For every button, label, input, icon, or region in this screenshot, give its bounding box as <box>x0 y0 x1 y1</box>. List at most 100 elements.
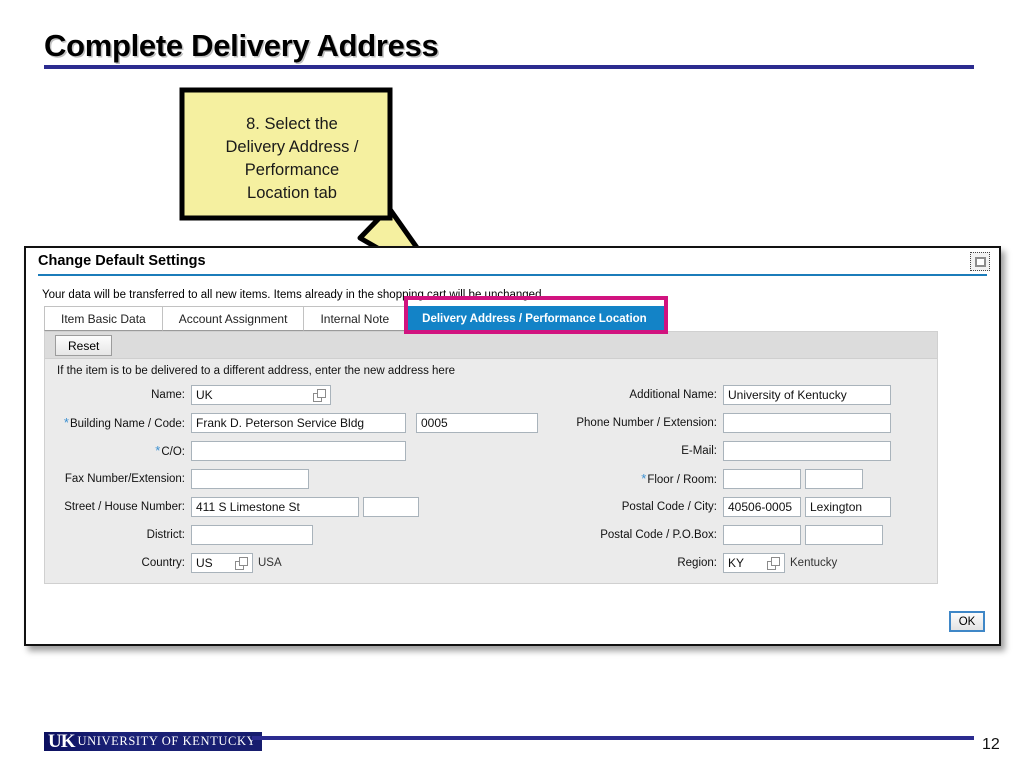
field-value: KY <box>728 555 745 570</box>
value-help-icon[interactable] <box>313 388 326 402</box>
value-help-icon[interactable] <box>767 556 780 570</box>
field-row-building-name-code: * Building Name / Code: Frank D. Peterso… <box>45 412 555 433</box>
field-label: District: <box>45 529 191 541</box>
field-value: US <box>196 555 213 570</box>
panel-toolbar <box>45 332 937 359</box>
house-number-input[interactable] <box>363 496 419 517</box>
callout-text: 8. Select the Delivery Address / Perform… <box>225 115 359 202</box>
field-label-text: Fax Number/Extension: <box>64 472 185 485</box>
street-input[interactable]: 411 S Limestone St <box>191 496 359 517</box>
field-label: Additional Name: <box>557 389 723 401</box>
field-label: Postal Code / City: <box>557 501 723 513</box>
field-label: Region: <box>557 557 723 569</box>
po-box-input[interactable] <box>805 524 883 545</box>
fax-number-input[interactable] <box>191 468 309 489</box>
phone-number-input[interactable] <box>723 412 891 433</box>
building-code-input[interactable]: 0005 <box>416 412 538 433</box>
title-divider <box>44 65 974 69</box>
field-label-text: Region: <box>677 556 717 569</box>
field-label: Fax Number/Extension: <box>45 473 191 485</box>
value-help-icon[interactable] <box>235 556 248 570</box>
footer-divider <box>252 736 974 740</box>
restore-glyph <box>974 256 986 267</box>
field-label: Name: <box>45 389 191 401</box>
field-row-fax-number-extension: Fax Number/Extension: <box>45 468 555 489</box>
field-label: E-Mail: <box>557 445 723 457</box>
tab-internal-note[interactable]: Internal Note <box>303 306 407 331</box>
tab-account-assignment[interactable]: Account Assignment <box>161 306 305 331</box>
postal-code-input[interactable]: 40506-0005 <box>723 496 801 517</box>
field-label: * Floor / Room: <box>557 472 723 486</box>
field-label: Phone Number / Extension: <box>557 417 723 429</box>
field-value: UK <box>196 387 213 402</box>
page-number: 12 <box>982 736 1000 753</box>
field-value: 40506-0005 <box>728 499 793 514</box>
dialog-divider <box>38 274 987 276</box>
tab-label: Account Assignment <box>178 311 288 326</box>
room-input[interactable] <box>805 468 863 489</box>
floor-input[interactable] <box>723 468 801 489</box>
field-row-additional-name: Additional Name: University of Kentucky <box>557 384 939 405</box>
field-row-floor-room: * Floor / Room: <box>557 468 939 489</box>
city-input[interactable]: Lexington <box>805 496 891 517</box>
required-marker: * <box>641 470 647 486</box>
field-row-postal-code-city: Postal Code / City: 40506-0005 Lexington <box>557 496 939 517</box>
field-label: Country: <box>45 557 191 569</box>
field-label-text: Additional Name: <box>629 388 717 401</box>
field-label-text: Building Name / Code: <box>69 417 185 430</box>
ok-button[interactable]: OK <box>949 611 985 632</box>
po-box-postal-code-input[interactable] <box>723 524 801 545</box>
required-marker: * <box>155 442 161 458</box>
panel-hint-text: If the item is to be delivered to a diff… <box>57 365 456 377</box>
field-value: 0005 <box>421 415 448 430</box>
field-label-text: Country: <box>141 556 185 569</box>
delivery-address-form-panel: Reset If the item is to be delivered to … <box>44 331 938 584</box>
uk-monogram: UK <box>48 731 75 752</box>
field-value: Lexington <box>810 499 863 514</box>
email-input[interactable] <box>723 440 891 461</box>
field-label-text: District: <box>146 528 185 541</box>
field-value: 411 S Limestone St <box>196 499 300 514</box>
tab-strip: Item Basic Data Account Assignment Inter… <box>44 306 664 331</box>
field-row-district: District: <box>45 524 555 545</box>
required-marker: * <box>63 414 69 430</box>
university-of-kentucky-logo: UK UNIVERSITY OF KENTUCKY <box>44 731 263 752</box>
field-row-street-house-number: Street / House Number: 411 S Limestone S… <box>45 496 555 517</box>
country-input[interactable]: US <box>191 552 253 573</box>
co-input[interactable] <box>191 440 406 461</box>
tab-delivery-address-performance-location[interactable]: Delivery Address / Performance Location <box>405 306 664 331</box>
tab-item-basic-data[interactable]: Item Basic Data <box>44 306 163 331</box>
name-input[interactable]: UK <box>191 384 331 405</box>
tab-label: Internal Note <box>320 311 390 326</box>
field-label-text: Street / House Number: <box>64 500 185 513</box>
restore-window-icon[interactable] <box>970 252 990 271</box>
field-row-name: Name: UK <box>45 384 555 405</box>
reset-button[interactable]: Reset <box>55 335 113 356</box>
country-name-text: USA <box>258 556 282 569</box>
field-row-region: Region: KY Kentucky <box>557 552 939 573</box>
field-label-text: Phone Number / Extension: <box>576 416 717 429</box>
form-column-right: Additional Name: University of Kentucky … <box>557 384 939 580</box>
field-row-phone-number-extension: Phone Number / Extension: <box>557 412 939 433</box>
dialog-title: Change Default Settings <box>38 253 206 269</box>
field-label-text: Postal Code / City: <box>621 500 717 513</box>
dialog-note: Your data will be transferred to all new… <box>42 289 545 301</box>
building-name-input[interactable]: Frank D. Peterson Service Bldg <box>191 412 406 433</box>
uk-wordmark: UNIVERSITY OF KENTUCKY <box>77 734 257 749</box>
field-label-text: Name: <box>151 388 185 401</box>
field-label-text: Floor / Room: <box>647 473 717 486</box>
field-row-country: Country: US USA <box>45 552 555 573</box>
field-label: Street / House Number: <box>45 501 191 513</box>
field-label-text: C/O: <box>161 445 185 458</box>
region-name-text: Kentucky <box>790 556 838 569</box>
change-default-settings-dialog: Change Default Settings Your data will b… <box>24 246 1001 646</box>
page-title: Complete Delivery Address <box>44 28 439 63</box>
field-label-text: Postal Code / P.O.Box: <box>600 528 717 541</box>
field-row-postal-code-po-box: Postal Code / P.O.Box: <box>557 524 939 545</box>
form-column-left: Name: UK * Building Name / Code: Frank D… <box>45 384 555 580</box>
additional-name-input[interactable]: University of Kentucky <box>723 384 891 405</box>
district-input[interactable] <box>191 524 313 545</box>
field-label: * Building Name / Code: <box>45 416 191 430</box>
field-value: Frank D. Peterson Service Bldg <box>196 415 365 430</box>
region-input[interactable]: KY <box>723 552 785 573</box>
